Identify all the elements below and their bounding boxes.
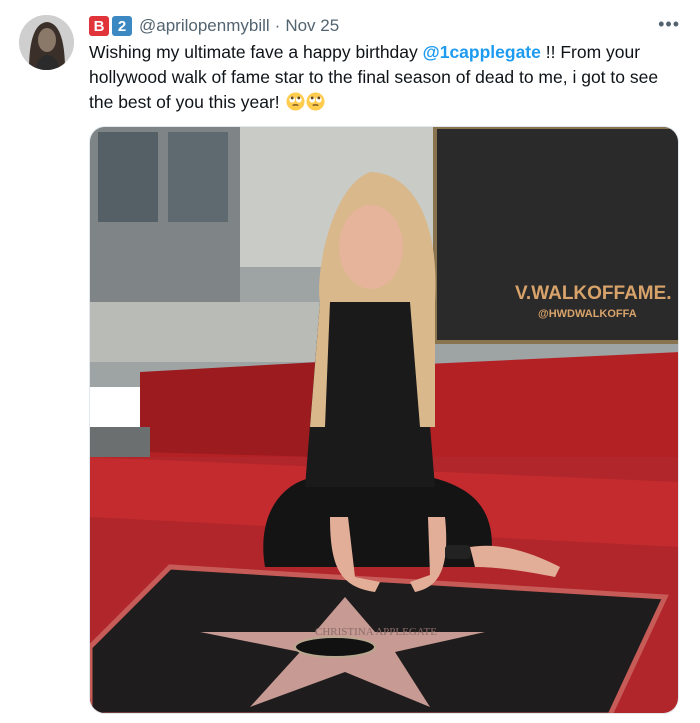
tweet-date[interactable]: Nov 25 — [285, 16, 339, 36]
walk-of-fame-photo: V.WALKOFFAME. @HWDWALKOFFA CHRISTINA APP… — [90, 127, 678, 713]
avatar[interactable] — [19, 15, 74, 70]
face-with-rolling-eyes-emoji — [306, 92, 325, 111]
face-with-rolling-eyes-emoji — [286, 92, 305, 111]
two-badge: 2 — [112, 16, 132, 36]
tweet-text: Wishing my ultimate fave a happy birthda… — [89, 40, 679, 115]
separator-dot: · — [274, 16, 281, 35]
b-badge: B — [89, 16, 109, 36]
mention-link[interactable]: @1capplegate — [423, 42, 541, 62]
sign-text-line1: V.WALKOFFAME. — [515, 283, 672, 304]
avatar-image — [19, 15, 74, 70]
sign-text-line2: @HWDWALKOFFA — [538, 308, 637, 320]
user-handle[interactable]: @aprilopenmybill — [139, 16, 270, 36]
tweet-text-start: Wishing my ultimate fave a happy birthda… — [89, 42, 423, 62]
tweet-header: B 2 @aprilopenmybill · Nov 25 ••• — [89, 12, 680, 40]
more-horizontal-icon[interactable]: ••• — [658, 14, 680, 35]
tweet-photo[interactable]: V.WALKOFFAME. @HWDWALKOFFA CHRISTINA APP… — [89, 126, 679, 714]
